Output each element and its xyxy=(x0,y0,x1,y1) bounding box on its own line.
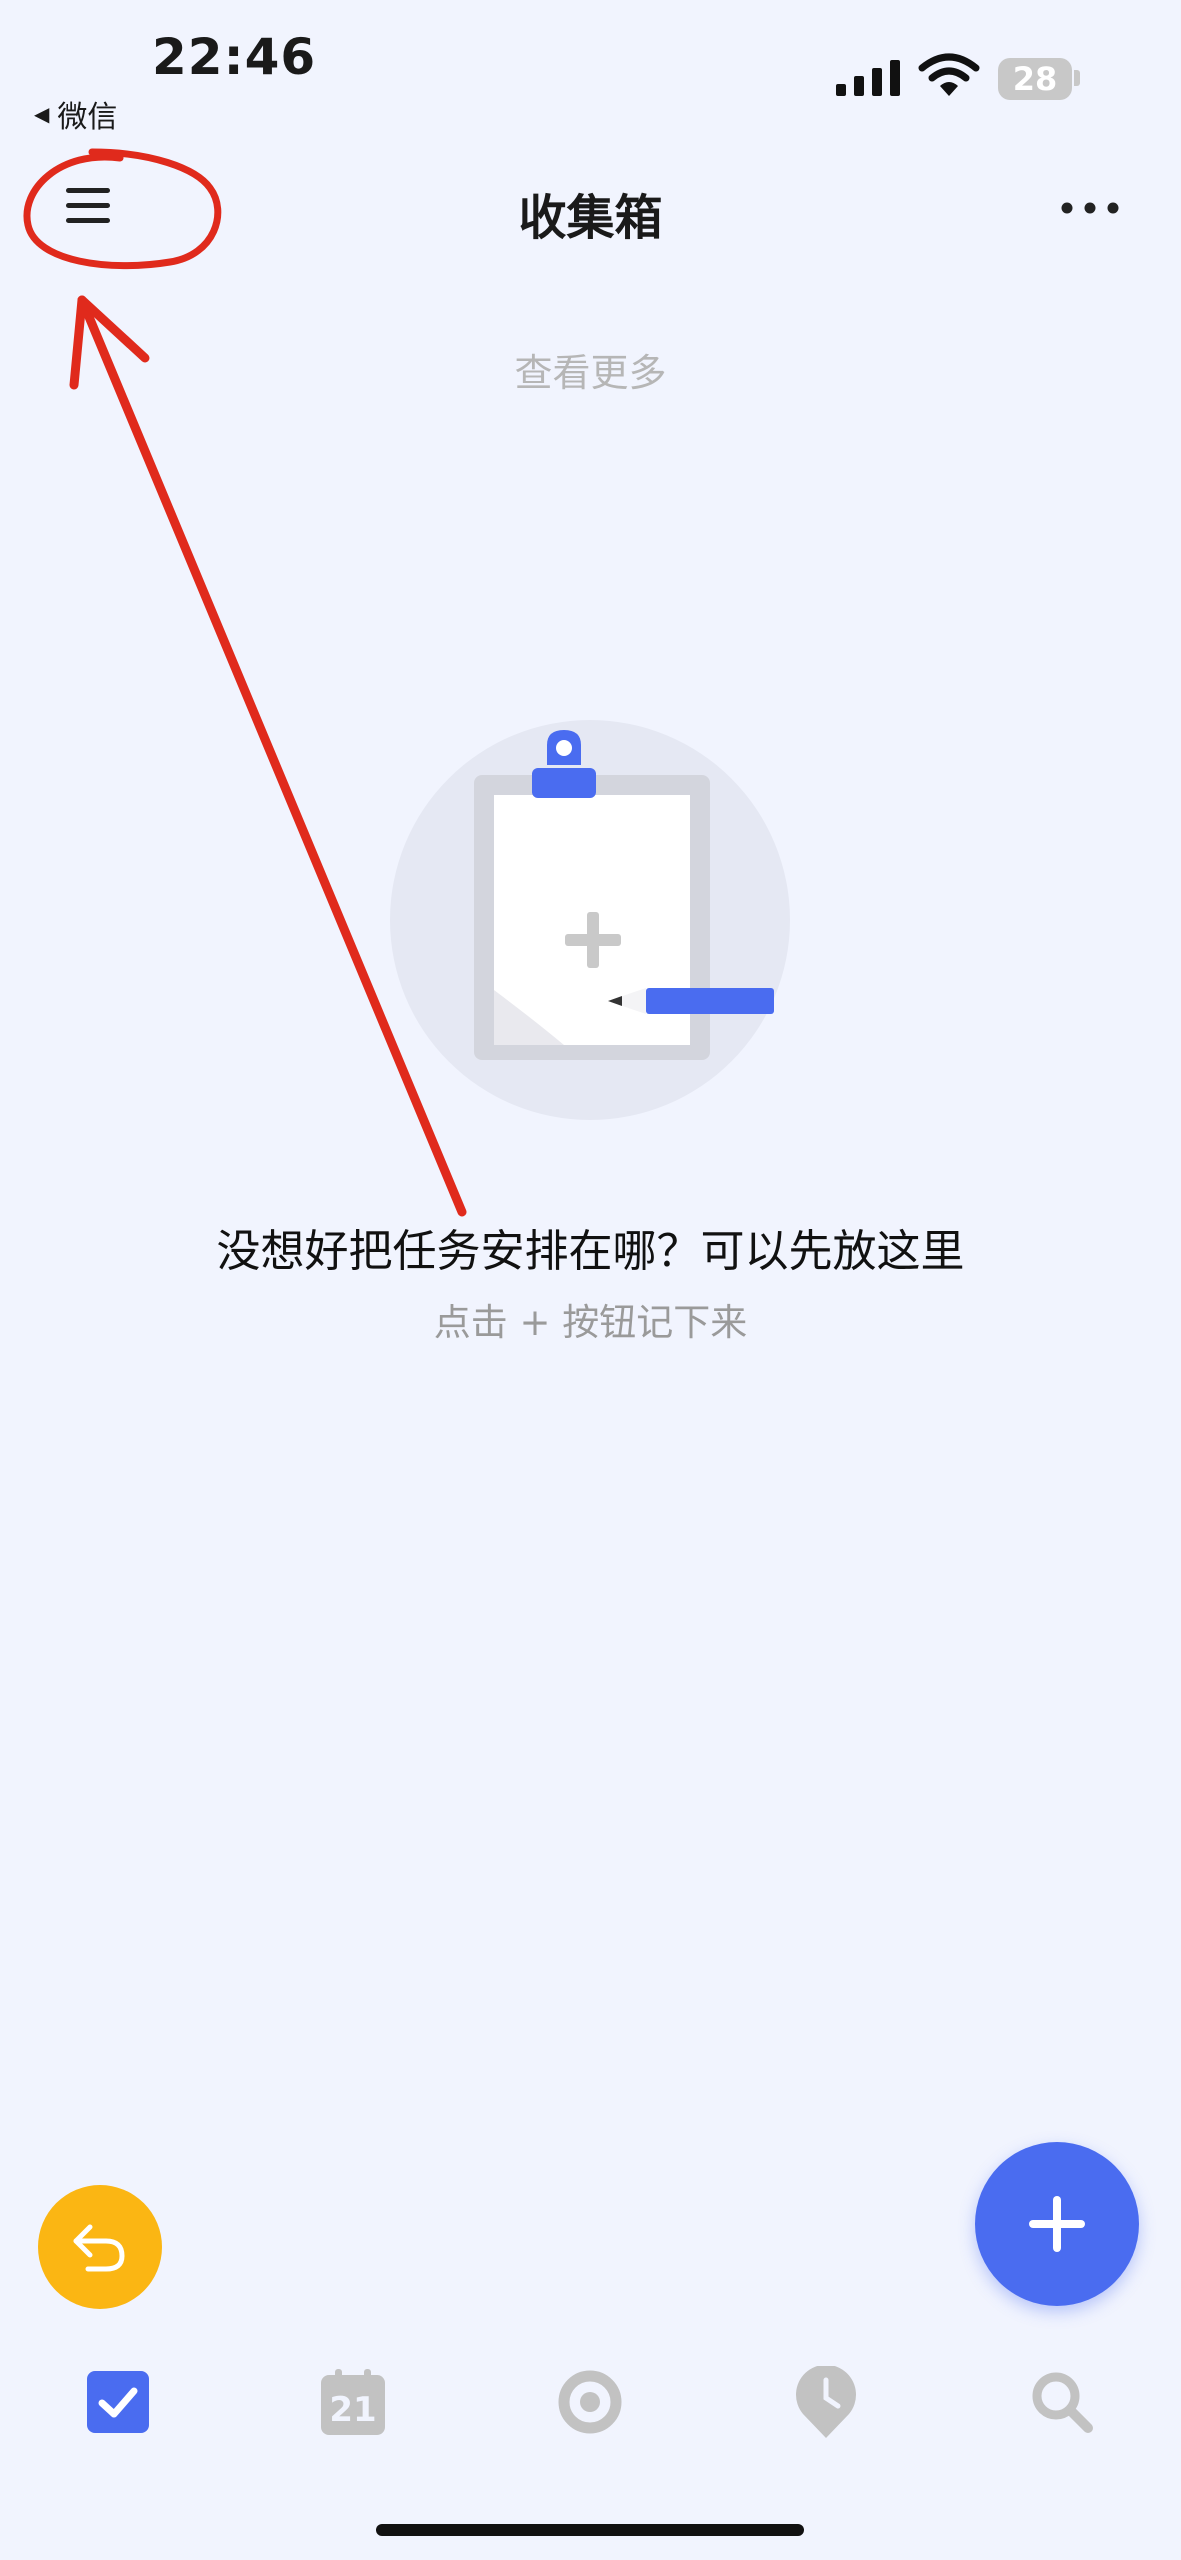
home-indicator xyxy=(376,2524,804,2536)
search-icon xyxy=(1032,2372,1093,2433)
tab-focus[interactable] xyxy=(550,2362,630,2442)
tab-habit[interactable] xyxy=(786,2362,866,2442)
clipboard-pencil-illustration xyxy=(390,720,790,1120)
empty-state-subtitle: 点击 + 按钮记下来 xyxy=(433,1301,748,1344)
plus-icon xyxy=(1029,2196,1085,2252)
battery-icon: 28 xyxy=(998,58,1072,100)
battery-nub xyxy=(1074,70,1080,86)
undo-arrow-icon xyxy=(73,2224,125,2272)
battery-level: 28 xyxy=(1012,60,1058,98)
clock-pin-icon xyxy=(796,2366,856,2438)
back-to-app[interactable]: ◀ 微信 xyxy=(34,92,117,136)
checkbox-icon xyxy=(87,2371,149,2433)
tab-search[interactable] xyxy=(1022,2362,1102,2442)
status-time: 22:46 xyxy=(152,28,317,86)
wifi-icon xyxy=(918,53,980,96)
empty-state-title: 没想好把任务安排在哪？可以先放这里 xyxy=(216,1226,965,1277)
more-options-button[interactable] xyxy=(1050,180,1130,236)
pomodoro-icon xyxy=(558,2370,622,2434)
more-dots-icon xyxy=(1061,202,1119,214)
calendar-icon: 21 xyxy=(321,2369,385,2435)
cellular-signal-icon xyxy=(836,60,900,96)
back-app-label: 微信 xyxy=(57,100,118,135)
tab-calendar[interactable]: 21 xyxy=(313,2362,393,2442)
back-triangle-icon: ◀ xyxy=(34,102,50,126)
view-more-link[interactable]: 查看更多 xyxy=(0,342,1181,397)
add-task-button[interactable] xyxy=(975,2142,1139,2306)
undo-button[interactable] xyxy=(38,2185,162,2309)
calendar-day: 21 xyxy=(329,2390,376,2430)
page-title: 收集箱 xyxy=(518,190,663,246)
tab-tasks[interactable] xyxy=(78,2362,158,2442)
